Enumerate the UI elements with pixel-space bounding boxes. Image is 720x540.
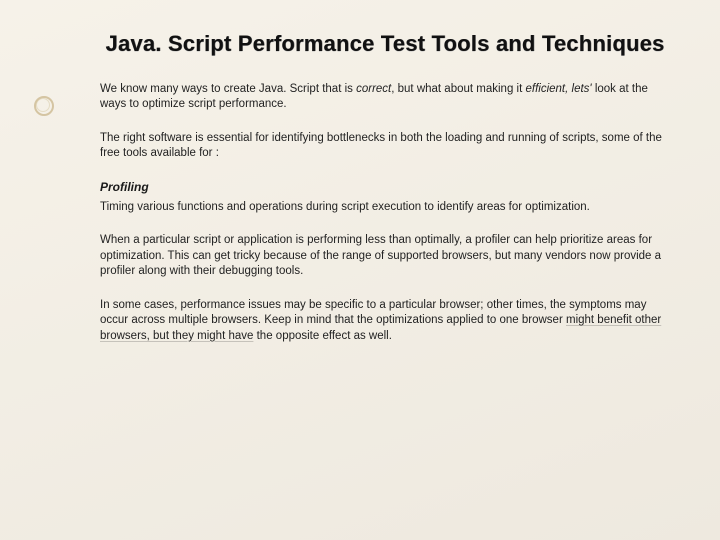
paragraph-tools: The right software is essential for iden… [100,131,670,162]
paragraph-profiler-use: When a particular script or application … [100,233,670,280]
text-fragment: , but what about making it [391,83,525,95]
paragraph-profiling-def: Timing various functions and operations … [100,200,670,216]
text-emphasis-correct: correct [356,83,391,95]
text-fragment: We know many ways to create Java. Script… [100,83,356,95]
text-emphasis-efficient: efficient, lets' [526,83,592,95]
text-fragment: In some cases, performance issues may be… [100,299,646,327]
slide-title: Java. Script Performance Test Tools and … [100,30,670,58]
subheading-profiling: Profiling [100,180,670,194]
paragraph-intro: We know many ways to create Java. Script… [100,82,670,113]
bullet-decor-icon-inner [36,98,50,112]
text-fragment: the opposite effect as well. [253,330,392,342]
slide: Java. Script Performance Test Tools and … [0,0,720,540]
paragraph-browser-note: In some cases, performance issues may be… [100,298,670,345]
